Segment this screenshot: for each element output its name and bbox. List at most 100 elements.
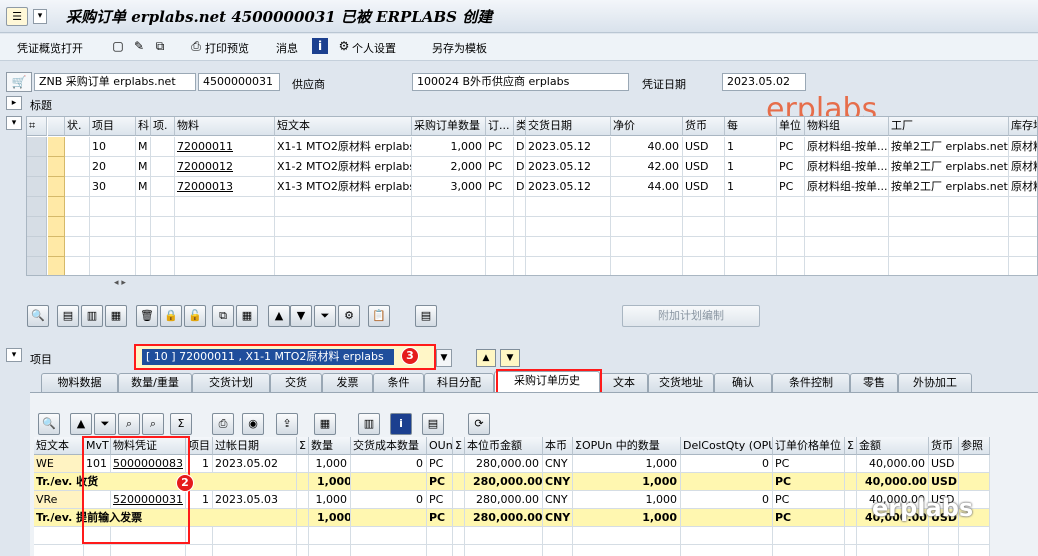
notes-icon[interactable]: ▤ (415, 305, 437, 327)
print-preview-button[interactable]: 打印预览 (205, 40, 249, 56)
doc-overview-button[interactable]: 凭证概览打开 (17, 40, 83, 56)
collapse-item-icon[interactable]: ▾ (6, 348, 22, 362)
messages-button[interactable]: 消息 (276, 40, 298, 56)
items-column-header[interactable]: 采购订单数量 (412, 117, 486, 136)
lock-icon[interactable]: 🔒 (160, 305, 182, 327)
delete-icon[interactable]: 🗑 (136, 305, 158, 327)
row-selector[interactable] (27, 177, 47, 197)
tab-10[interactable]: 确认 (714, 373, 772, 392)
items-column-header[interactable]: 项. (151, 117, 175, 136)
tab-8[interactable]: 文本 (600, 373, 648, 392)
sort-asc-icon[interactable]: ▲ (268, 305, 290, 327)
history-export-icon[interactable]: ⇪ (276, 413, 298, 435)
tab-12[interactable]: 零售 (850, 373, 898, 392)
tab-9[interactable]: 交货地址 (648, 373, 714, 392)
history-column-header[interactable]: 交货成本数量 (351, 437, 427, 455)
additional-planning-button[interactable]: 附加计划编制 (622, 305, 760, 327)
tab-2[interactable]: 交货计划 (192, 373, 270, 392)
menu-icon[interactable]: ☰ (6, 7, 28, 26)
tab-0[interactable]: 物料数据 (41, 373, 118, 392)
edit-pencil-icon[interactable]: ✎ (131, 38, 147, 54)
history-view-icon[interactable]: ◉ (242, 413, 264, 435)
history-column-header[interactable]: Σ (845, 437, 857, 455)
history-column-header[interactable]: 订单价格单位 (773, 437, 845, 455)
history-column-header[interactable]: 短文本 (34, 437, 84, 455)
tab-11[interactable]: 条件控制 (772, 373, 850, 392)
doc-date-field[interactable]: 2023.05.02 (722, 73, 806, 91)
history-column-header[interactable]: 本币 (543, 437, 573, 455)
items-column-header[interactable]: 工厂 (889, 117, 1009, 136)
document-type-field[interactable]: ZNB 采购订单 erplabs.net (34, 73, 196, 91)
save-as-template-button[interactable]: 另存为模板 (432, 40, 487, 56)
history-details-icon[interactable]: 🔍 (38, 413, 60, 435)
display-change-icon[interactable]: ⧉ (152, 38, 168, 54)
items-column-header[interactable]: 物料 (175, 117, 275, 136)
copy-icon[interactable]: ⧉ (212, 305, 234, 327)
item-overview-icon[interactable]: ▤ (57, 305, 79, 327)
dropdown-arrow-icon[interactable]: ▼ (436, 349, 452, 367)
history-column-header[interactable]: 项目 (186, 437, 213, 455)
row-selector[interactable] (27, 217, 47, 237)
row-selector[interactable] (27, 257, 47, 275)
tab-4[interactable]: 发票 (322, 373, 373, 392)
items-column-header[interactable]: 单位 (777, 117, 805, 136)
items-column-header[interactable]: 项目 (90, 117, 136, 136)
history-column-header[interactable]: 过帐日期 (213, 437, 297, 455)
scroll-arrows-icon[interactable]: ◂ ▸ (114, 278, 126, 288)
history-column-header[interactable]: 货币 (929, 437, 959, 455)
previous-item-icon[interactable]: ▲ (476, 349, 496, 367)
item-select-icon[interactable]: ▦ (105, 305, 127, 327)
history-chart-icon[interactable]: ▥ (358, 413, 380, 435)
material-link[interactable]: 72000013 (175, 177, 275, 197)
items-column-header[interactable]: 科 (136, 117, 151, 136)
items-column-header[interactable]: 货币 (683, 117, 725, 136)
tab-6[interactable]: 科目分配 (424, 373, 494, 392)
history-column-header[interactable]: 参照 (959, 437, 990, 455)
item-details-icon[interactable]: 🔍 (27, 305, 49, 327)
history-column-header[interactable]: Σ (297, 437, 309, 455)
material-link[interactable]: 72000012 (175, 157, 275, 177)
filter-settings-icon[interactable]: ⚙ (338, 305, 360, 327)
history-column-header[interactable]: 金额 (857, 437, 929, 455)
items-column-header[interactable]: 物料组 (805, 117, 889, 136)
history-filter-icon[interactable]: ⏷ (94, 413, 116, 435)
material-document-link[interactable]: 5200000031 (111, 491, 186, 509)
next-item-icon[interactable]: ▼ (500, 349, 520, 367)
items-column-header[interactable]: 类 (514, 117, 526, 136)
history-find-next-icon[interactable]: ⌕ (142, 413, 164, 435)
item-copy-icon[interactable]: ▥ (81, 305, 103, 327)
row-selector[interactable] (27, 237, 47, 257)
dropdown-icon[interactable]: ▾ (33, 9, 47, 24)
select-all-icon[interactable]: ⌗ (27, 117, 47, 136)
items-column-header[interactable]: 订... (486, 117, 514, 136)
collapse-items-icon[interactable]: ▾ (6, 116, 22, 130)
shopping-cart-icon[interactable]: 🛒 (6, 72, 32, 92)
items-column-header[interactable]: 状. (65, 117, 90, 136)
history-column-header[interactable]: 物料凭证 (111, 437, 186, 455)
tab-5[interactable]: 条件 (373, 373, 424, 392)
items-column-header[interactable]: 净价 (611, 117, 683, 136)
history-column-header[interactable]: ΣOPUn 中的数量 (573, 437, 681, 455)
expand-header-icon[interactable]: ▸ (6, 96, 22, 110)
history-print-icon[interactable]: ⎙ (212, 413, 234, 435)
tab-3[interactable]: 交货 (270, 373, 322, 392)
row-selector[interactable] (27, 157, 47, 177)
unlock-icon[interactable]: 🔓 (184, 305, 206, 327)
history-column-header[interactable]: 本位币金额 (465, 437, 543, 455)
print-preview-icon[interactable]: ⎙ (188, 38, 204, 54)
grid-icon[interactable]: ▦ (236, 305, 258, 327)
history-column-header[interactable]: Σ (453, 437, 465, 455)
items-column-header[interactable]: 短文本 (275, 117, 412, 136)
history-column-header[interactable]: MvT (84, 437, 111, 455)
material-link[interactable]: 72000011 (175, 137, 275, 157)
history-find-icon[interactable]: ⌕ (118, 413, 140, 435)
row-selector[interactable] (27, 197, 47, 217)
history-layout-icon[interactable]: ▦ (314, 413, 336, 435)
item-selector-dropdown[interactable]: [ 10 ] 72000011 , X1-1 MTO2原材料 erplabs (142, 349, 394, 365)
material-document-link[interactable]: 5000000083 (111, 455, 186, 473)
items-column-header[interactable]: 每 (725, 117, 777, 136)
history-column-header[interactable]: 数量 (309, 437, 351, 455)
vendor-field[interactable]: 100024 B外币供应商 erplabs (412, 73, 629, 91)
items-column-header[interactable]: 交货日期 (526, 117, 611, 136)
history-refresh-icon[interactable]: ⟳ (468, 413, 490, 435)
